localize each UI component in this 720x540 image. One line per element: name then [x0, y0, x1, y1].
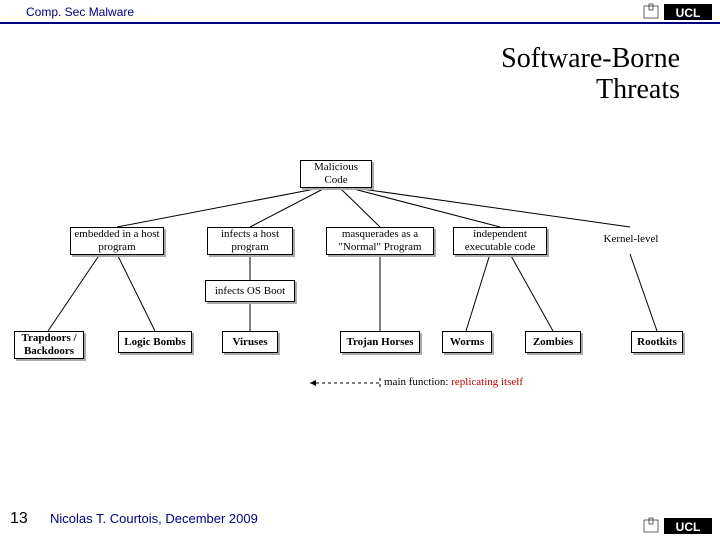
- node-root-label: Malicious Code: [303, 161, 369, 186]
- diagram-connectors: [0, 0, 720, 540]
- node-root: Malicious Code: [300, 160, 372, 188]
- leaf-zombies: Zombies: [525, 331, 581, 353]
- node-embedded: embedded in a host program: [70, 227, 164, 255]
- node-infects-label: infects a host program: [210, 228, 290, 253]
- node-infects-boot: infects OS Boot: [205, 280, 295, 302]
- replicating-note: main function: replicating itself: [384, 376, 523, 388]
- footer-text: Nicolas T. Courtois, December 2009: [50, 511, 258, 526]
- leaf-viruses-label: Viruses: [232, 336, 267, 349]
- node-kernel: Kernel-level: [596, 233, 666, 245]
- node-independent-label: independent executable code: [456, 228, 544, 253]
- leaf-trapdoors: Trapdoors / Backdoors: [14, 331, 84, 359]
- replicating-prefix: main function:: [384, 376, 451, 388]
- node-infects: infects a host program: [207, 227, 293, 255]
- node-embedded-label: embedded in a host program: [73, 228, 161, 253]
- ucl-logo-footer-icon: UCL: [642, 516, 712, 536]
- page-number: 13: [10, 510, 28, 528]
- svg-text:UCL: UCL: [676, 520, 701, 534]
- node-infects-boot-label: infects OS Boot: [215, 285, 285, 298]
- leaf-zombies-label: Zombies: [533, 336, 573, 349]
- replicating-red: replicating itself: [451, 376, 523, 388]
- leaf-trojan-horses-label: Trojan Horses: [346, 336, 413, 349]
- leaf-trapdoors-label: Trapdoors / Backdoors: [17, 332, 81, 357]
- leaf-logic-bombs: Logic Bombs: [118, 331, 192, 353]
- leaf-rootkits: Rootkits: [631, 331, 683, 353]
- leaf-rootkits-label: Rootkits: [637, 336, 677, 349]
- leaf-trojan-horses: Trojan Horses: [340, 331, 420, 353]
- leaf-worms: Worms: [442, 331, 492, 353]
- node-independent: independent executable code: [453, 227, 547, 255]
- leaf-worms-label: Worms: [450, 336, 484, 349]
- node-masquerades-label: masquerades as a "Normal" Program: [329, 228, 431, 253]
- leaf-viruses: Viruses: [222, 331, 278, 353]
- leaf-logic-bombs-label: Logic Bombs: [124, 336, 185, 349]
- node-kernel-label: Kernel-level: [604, 233, 659, 245]
- node-masquerades: masquerades as a "Normal" Program: [326, 227, 434, 255]
